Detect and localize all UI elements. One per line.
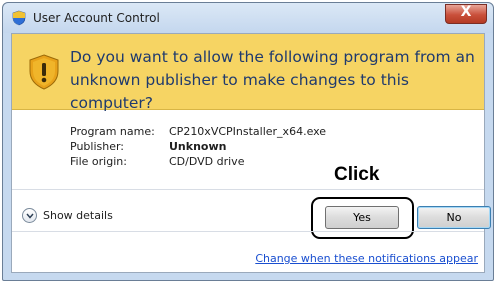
warning-banner: Do you want to allow the following progr… xyxy=(12,34,484,112)
divider xyxy=(12,189,484,190)
file-origin-row: File origin: CD/DVD drive xyxy=(70,155,326,170)
close-icon: X xyxy=(460,4,472,20)
publisher-row: Publisher: Unknown xyxy=(70,140,326,155)
title-bar: User Account Control X xyxy=(3,3,493,33)
file-origin-label: File origin: xyxy=(70,155,127,168)
program-details: Program name: CP210xVCPInstaller_x64.exe… xyxy=(70,125,326,170)
show-details-toggle[interactable]: Show details xyxy=(22,208,113,223)
uac-dialog: User Account Control X Do you want to al… xyxy=(2,2,494,281)
uac-shield-icon xyxy=(12,10,26,26)
notification-settings-link[interactable]: Change when these notifications appear xyxy=(255,252,478,265)
warning-shield-icon xyxy=(29,54,59,90)
publisher-label: Publisher: xyxy=(70,140,125,153)
program-name-value: CP210xVCPInstaller_x64.exe xyxy=(169,125,327,138)
question-text: Do you want to allow the following progr… xyxy=(70,48,475,112)
chevron-down-icon xyxy=(22,208,37,223)
no-button[interactable]: No xyxy=(417,206,491,229)
window-title: User Account Control xyxy=(33,11,160,25)
divider xyxy=(12,231,484,232)
dialog-content: Do you want to allow the following progr… xyxy=(11,33,491,273)
program-name-label: Program name: xyxy=(70,125,155,138)
yes-button[interactable]: Yes xyxy=(325,206,399,229)
file-origin-value: CD/DVD drive xyxy=(169,155,245,168)
close-button[interactable]: X xyxy=(445,4,487,24)
click-annotation: Click xyxy=(334,164,380,185)
publisher-value: Unknown xyxy=(169,140,227,153)
show-details-label: Show details xyxy=(43,209,113,222)
program-name-row: Program name: CP210xVCPInstaller_x64.exe xyxy=(70,125,326,140)
